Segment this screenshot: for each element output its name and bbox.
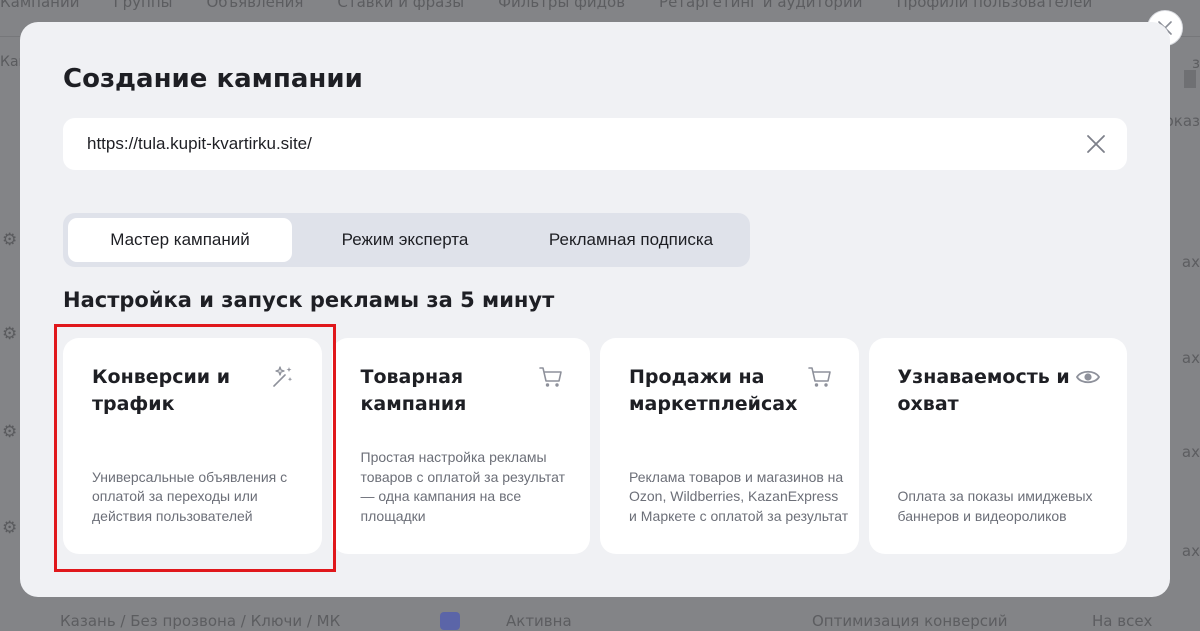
bg-badge-icon bbox=[440, 611, 460, 630]
modal-title: Создание кампании bbox=[63, 64, 363, 94]
card-marketplace-sales[interactable]: Продажи на маркетплейсах Реклама товаров… bbox=[600, 338, 859, 554]
bg-nav-item: Кампании bbox=[0, 0, 80, 11]
create-campaign-modal: Создание кампании Мастер кампаний Режим … bbox=[20, 22, 1170, 597]
clear-url-button[interactable] bbox=[1085, 133, 1107, 155]
campaign-mode-tabs: Мастер кампаний Режим эксперта Рекламная… bbox=[63, 213, 750, 267]
bg-nav-item: Объявления bbox=[206, 0, 304, 11]
cart-icon bbox=[807, 364, 833, 390]
card-awareness-reach[interactable]: Узнаваемость и охват Оплата за показы им… bbox=[868, 338, 1127, 554]
card-description: Реклама товаров и магазинов на Ozon, Wil… bbox=[629, 468, 849, 524]
card-conversions-traffic[interactable]: Конверсии и трафик Универсальные объявле… bbox=[63, 338, 322, 554]
card-description: Простая настройка рекламы товаров с опла… bbox=[360, 449, 566, 524]
background-top-nav: Кампании Группы Объявления Ставки и фраз… bbox=[0, 0, 1200, 14]
card-product-campaign[interactable]: Товарная кампания Простая настройка рекл… bbox=[331, 338, 590, 554]
bg-nav-item: Группы bbox=[113, 0, 173, 11]
bg-right-cell: ах bbox=[1181, 542, 1200, 560]
card-description: Универсальные объявления с оплатой за пе… bbox=[92, 468, 288, 524]
url-field[interactable] bbox=[63, 118, 1127, 170]
tab-ad-subscription[interactable]: Рекламная подписка bbox=[518, 218, 744, 262]
card-title: Узнаваемость и охват bbox=[897, 366, 1070, 415]
bg-campaign-name: Казань / Без прозвона / Ключи / МК bbox=[60, 611, 341, 630]
bg-campaign-optimization: Оптимизация конверсий bbox=[812, 611, 1008, 630]
bg-nav-item: Фильтры фидов bbox=[498, 0, 626, 11]
card-description: Оплата за показы имиджевых баннеров и ви… bbox=[897, 488, 1093, 524]
background-campaign-row: Казань / Без прозвона / Ключи / МК Актив… bbox=[60, 610, 1200, 631]
bg-right-cell: ах bbox=[1181, 349, 1200, 367]
card-title: Продажи на маркетплейсах bbox=[629, 366, 798, 415]
clear-icon bbox=[1087, 135, 1105, 153]
tab-expert-mode[interactable]: Режим эксперта bbox=[292, 218, 518, 262]
bg-right-cell: з bbox=[1192, 54, 1200, 72]
bg-campaign-scope: На всех bbox=[1092, 611, 1153, 630]
card-title: Товарная кампания bbox=[360, 366, 467, 415]
magic-wand-icon bbox=[270, 364, 296, 390]
bg-right-cell: ах bbox=[1181, 443, 1200, 461]
bg-gear-icon: ⚙ bbox=[2, 230, 18, 250]
bg-right-cell: ах bbox=[1181, 253, 1200, 271]
campaign-type-cards: Конверсии и трафик Универсальные объявле… bbox=[63, 338, 1127, 554]
bg-campaign-status: Активна bbox=[506, 611, 572, 630]
bg-nav-item: Профили пользователей bbox=[896, 0, 1093, 11]
background-scroll-indicator bbox=[1184, 70, 1196, 88]
bg-gear-icon: ⚙ bbox=[2, 324, 18, 344]
bg-nav-item: Ретаргетинг и аудитории bbox=[659, 0, 863, 11]
eye-icon bbox=[1075, 364, 1101, 390]
section-title: Настройка и запуск рекламы за 5 минут bbox=[63, 288, 555, 312]
bg-gear-icon: ⚙ bbox=[2, 422, 18, 442]
bg-gear-icon: ⚙ bbox=[2, 518, 18, 538]
bg-nav-item: Ставки и фразы bbox=[337, 0, 465, 11]
card-title: Конверсии и трафик bbox=[92, 366, 231, 415]
cart-icon bbox=[538, 364, 564, 390]
url-input[interactable] bbox=[87, 134, 1067, 154]
tab-campaign-master[interactable]: Мастер кампаний bbox=[68, 218, 292, 262]
